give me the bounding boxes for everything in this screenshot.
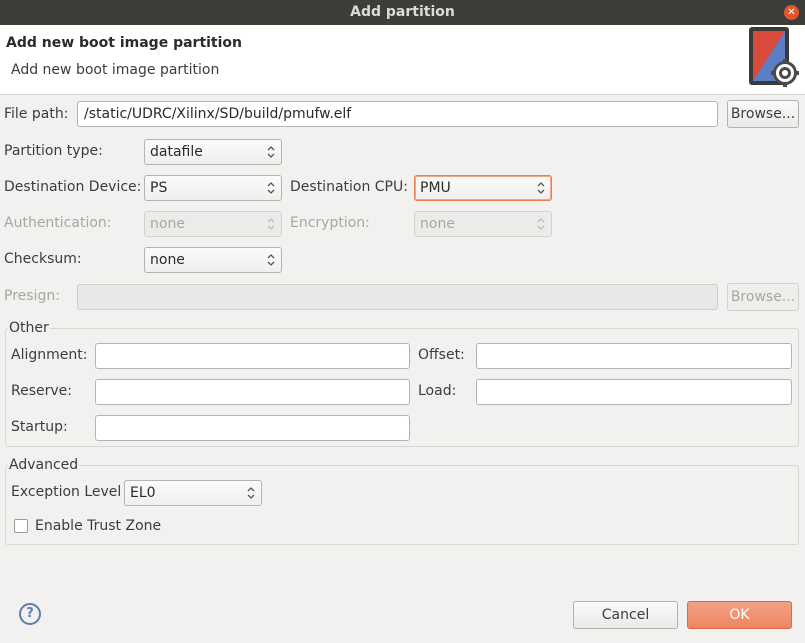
updown-arrows-icon [267,146,275,158]
updown-arrows-icon [247,487,255,499]
authentication-label: Authentication: [4,215,112,231]
destination-cpu-value: PMU [420,180,451,196]
exception-level-select[interactable]: EL0 [124,480,262,506]
destination-device-label: Destination Device: [4,179,142,195]
window-titlebar: Add partition ✕ [0,0,805,25]
exception-level-value: EL0 [130,485,156,501]
presign-label: Presign: [4,288,60,304]
destination-device-select[interactable]: PS [144,175,282,201]
encryption-label: Encryption: [290,215,370,231]
header-description: Add new boot image partition [11,62,220,78]
reserve-label: Reserve: [11,383,72,399]
alignment-label: Alignment: [11,347,88,363]
close-icon[interactable]: ✕ [784,5,799,20]
updown-arrows-icon [537,218,545,230]
checksum-select[interactable]: none [144,247,282,273]
destination-device-value: PS [150,180,168,196]
partition-type-value: datafile [150,144,203,160]
encryption-value: none [420,216,455,232]
advanced-group-title: Advanced [8,457,80,473]
authentication-value: none [150,216,185,232]
ok-button[interactable]: OK [687,601,792,629]
other-group-title: Other [8,320,50,336]
trust-zone-checkbox[interactable] [14,519,28,533]
file-path-browse-button[interactable]: Browse... [727,100,799,128]
partition-type-label: Partition type: [4,143,103,159]
presign-input[interactable] [77,284,718,310]
encryption-select[interactable]: none [414,211,552,237]
cancel-button[interactable]: Cancel [573,601,678,629]
reserve-input[interactable] [95,379,410,405]
header-title: Add new boot image partition [6,35,243,51]
destination-cpu-select[interactable]: PMU [414,175,552,201]
startup-input[interactable] [95,415,410,441]
help-icon[interactable]: ? [19,603,41,625]
load-label: Load: [418,383,457,399]
checksum-value: none [150,252,185,268]
dialog-header: Add new boot image partition Add new boo… [0,25,805,95]
updown-arrows-icon [537,182,545,194]
destination-cpu-label: Destination CPU: [290,179,408,195]
boot-image-gear-icon [749,27,799,87]
presign-browse-button[interactable]: Browse... [727,283,799,311]
trust-zone-label: Enable Trust Zone [35,518,162,534]
offset-input[interactable] [476,343,792,369]
authentication-select[interactable]: none [144,211,282,237]
window-title: Add partition [350,4,455,20]
load-input[interactable] [476,379,792,405]
alignment-input[interactable] [95,343,410,369]
updown-arrows-icon [267,254,275,266]
partition-type-select[interactable]: datafile [144,139,282,165]
offset-label: Offset: [418,347,465,363]
file-path-label: File path: [4,106,69,122]
exception-level-label: Exception Level [11,484,122,500]
updown-arrows-icon [267,218,275,230]
startup-label: Startup: [11,419,68,435]
updown-arrows-icon [267,182,275,194]
file-path-input[interactable]: /static/UDRC/Xilinx/SD/build/pmufw.elf [77,101,718,127]
checksum-label: Checksum: [4,251,82,267]
